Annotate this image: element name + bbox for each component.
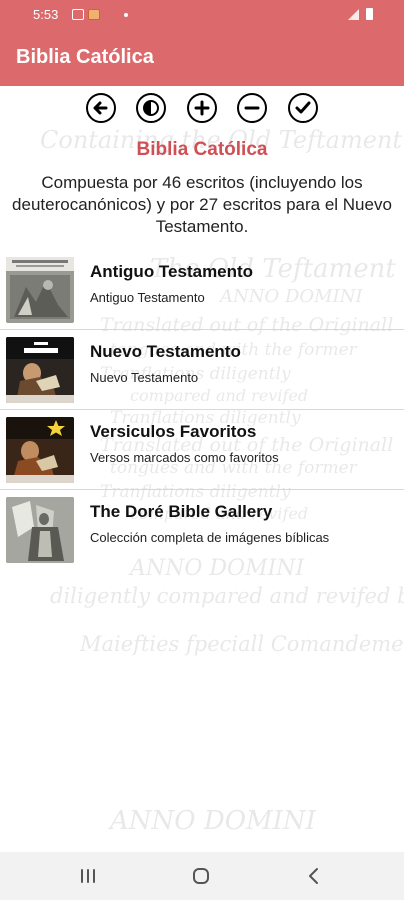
- back-icon: [309, 868, 318, 884]
- list-item-title: Antiguo Testamento: [90, 262, 254, 281]
- home-button[interactable]: [189, 864, 213, 888]
- signal-icon: [348, 9, 359, 20]
- list-item-antiguo-testamento[interactable]: Antiguo Testamento Antiguo Testamento: [0, 250, 404, 330]
- battery-icon: [366, 8, 373, 20]
- contrast-icon: [143, 100, 159, 116]
- confirm-button[interactable]: [288, 93, 318, 123]
- zoom-in-button[interactable]: [187, 93, 217, 123]
- checkmark-icon: [295, 101, 311, 114]
- recent-apps-icon: [81, 869, 95, 883]
- zoom-out-button[interactable]: [237, 93, 267, 123]
- nav-back-button[interactable]: [302, 864, 326, 888]
- app-notification-icon: [88, 9, 100, 20]
- list-item-subtitle: Nuevo Testamento: [90, 370, 199, 385]
- zoom-in-plus-icon: [194, 100, 210, 116]
- list-item-title: Nuevo Testamento: [90, 342, 241, 361]
- list-item-subtitle: Colección completa de imágenes bíblicas: [90, 530, 330, 545]
- new-testament-thumbnail: [6, 337, 74, 403]
- back-button[interactable]: [86, 93, 116, 123]
- section-title: Biblia Católica: [136, 139, 268, 160]
- contrast-button[interactable]: [136, 93, 166, 123]
- list-item-subtitle: Antiguo Testamento: [90, 290, 205, 305]
- watermark-line: diligently compared and revifed by his: [50, 584, 404, 608]
- status-time: 5:53: [33, 7, 59, 22]
- home-icon: [193, 868, 209, 884]
- status-bar: 5:53: [0, 0, 404, 30]
- zoom-out-minus-icon: [244, 106, 260, 110]
- dore-gallery-thumbnail: [6, 497, 74, 563]
- recent-apps-button[interactable]: [76, 864, 100, 888]
- image-notification-icon: [72, 9, 84, 20]
- list-item-subtitle: Versos marcados como favoritos: [90, 450, 279, 465]
- watermark-line: Maiefties fpeciall Comandement: [80, 632, 404, 656]
- app-bar: Biblia Católica: [0, 30, 404, 86]
- list-item-title: Versiculos Favoritos: [90, 422, 257, 441]
- favorites-thumbnail: [6, 417, 74, 483]
- list-item-title: The Doré Bible Gallery: [90, 502, 273, 521]
- old-testament-thumbnail: [6, 257, 74, 323]
- app-title: Biblia Católica: [16, 46, 154, 68]
- system-navigation-bar: [0, 852, 404, 900]
- watermark-line: ANNO DOMINI: [110, 806, 316, 836]
- section-description: Compuesta por 46 escritos (incluyendo lo…: [12, 173, 392, 236]
- list-item-versiculos-favoritos[interactable]: Versiculos Favoritos Versos marcados com…: [0, 410, 404, 490]
- arrow-left-icon: [93, 101, 108, 115]
- list-item-nuevo-testamento[interactable]: Nuevo Testamento Nuevo Testamento: [0, 330, 404, 410]
- dot-icon: [124, 13, 128, 17]
- reader-toolbar: [86, 93, 318, 123]
- list-item-dore-gallery[interactable]: The Doré Bible Gallery Colección complet…: [0, 490, 404, 570]
